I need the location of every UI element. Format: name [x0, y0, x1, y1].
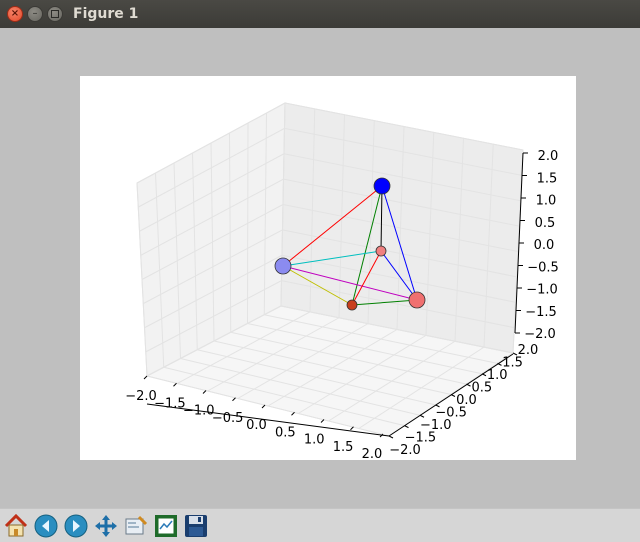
back-button[interactable]	[32, 512, 60, 540]
x-tick-label: 2.0	[362, 447, 383, 462]
window-title: Figure 1	[73, 6, 139, 22]
window-titlebar: × – Figure 1	[0, 0, 640, 28]
figure-canvas[interactable]: −2.0 −1.5 −1.0 −0.5 0.0 0.5 1.0 1.5 2.0 −2.0 −1.5−…	[0, 28, 640, 508]
arrow-left-icon	[34, 514, 58, 538]
x-tick-label: 1.5	[333, 440, 354, 455]
maximize-icon	[51, 10, 59, 18]
data-point[interactable]	[274, 257, 292, 275]
minimize-window-button[interactable]: –	[27, 6, 43, 22]
z-tick-label: 1.0	[536, 194, 557, 209]
data-point[interactable]	[375, 245, 387, 257]
x-tick-label: −1.5	[154, 396, 186, 411]
zoom-button[interactable]	[122, 512, 150, 540]
forward-button[interactable]	[62, 512, 90, 540]
zoom-rect-icon	[125, 515, 148, 535]
x-tick-label: 0.5	[275, 425, 296, 440]
close-icon: ×	[10, 8, 20, 19]
save-button[interactable]	[182, 512, 210, 540]
x-tick-label: −2.0	[125, 389, 157, 404]
z-tick-label: −2.0	[524, 327, 556, 342]
data-point[interactable]	[373, 177, 391, 195]
z-tick-label: 0.0	[534, 238, 555, 253]
minimize-icon: –	[32, 8, 38, 19]
subplots-icon	[155, 515, 177, 537]
z-tick-label: −0.5	[527, 260, 559, 275]
plot-svg[interactable]: −2.0−1.5−1.0−0.5 0.0 0.5 1.0 1.5 2.0 −2.0−1.5−…	[0, 28, 640, 508]
pan-button[interactable]	[92, 512, 120, 540]
z-tick-label: 0.5	[535, 216, 556, 231]
z-tick-label: −1.5	[525, 305, 557, 320]
save-icon	[185, 515, 207, 537]
x-tick-label: −1.0	[183, 404, 215, 419]
z-tick-label: 2.0	[538, 149, 559, 164]
z-tick-label: −1.0	[526, 283, 558, 298]
move-icon	[95, 515, 117, 537]
x-tick-label: 0.0	[246, 418, 267, 433]
subplots-button[interactable]	[152, 512, 180, 540]
x-tick-label: −0.5	[212, 411, 244, 426]
x-tick-label: 1.0	[304, 433, 325, 448]
y-tick-label: 2.0	[518, 343, 539, 358]
z-tick-label: 1.5	[537, 171, 558, 186]
arrow-right-icon	[64, 514, 88, 538]
data-point[interactable]	[346, 299, 358, 311]
navigation-toolbar	[0, 508, 640, 542]
grid-line	[247, 122, 249, 324]
home-button[interactable]	[2, 512, 30, 540]
axes-3d[interactable]	[136, 102, 524, 437]
close-window-button[interactable]: ×	[7, 6, 23, 22]
home-icon	[4, 513, 28, 537]
maximize-window-button[interactable]	[47, 6, 63, 22]
data-point[interactable]	[408, 291, 426, 309]
